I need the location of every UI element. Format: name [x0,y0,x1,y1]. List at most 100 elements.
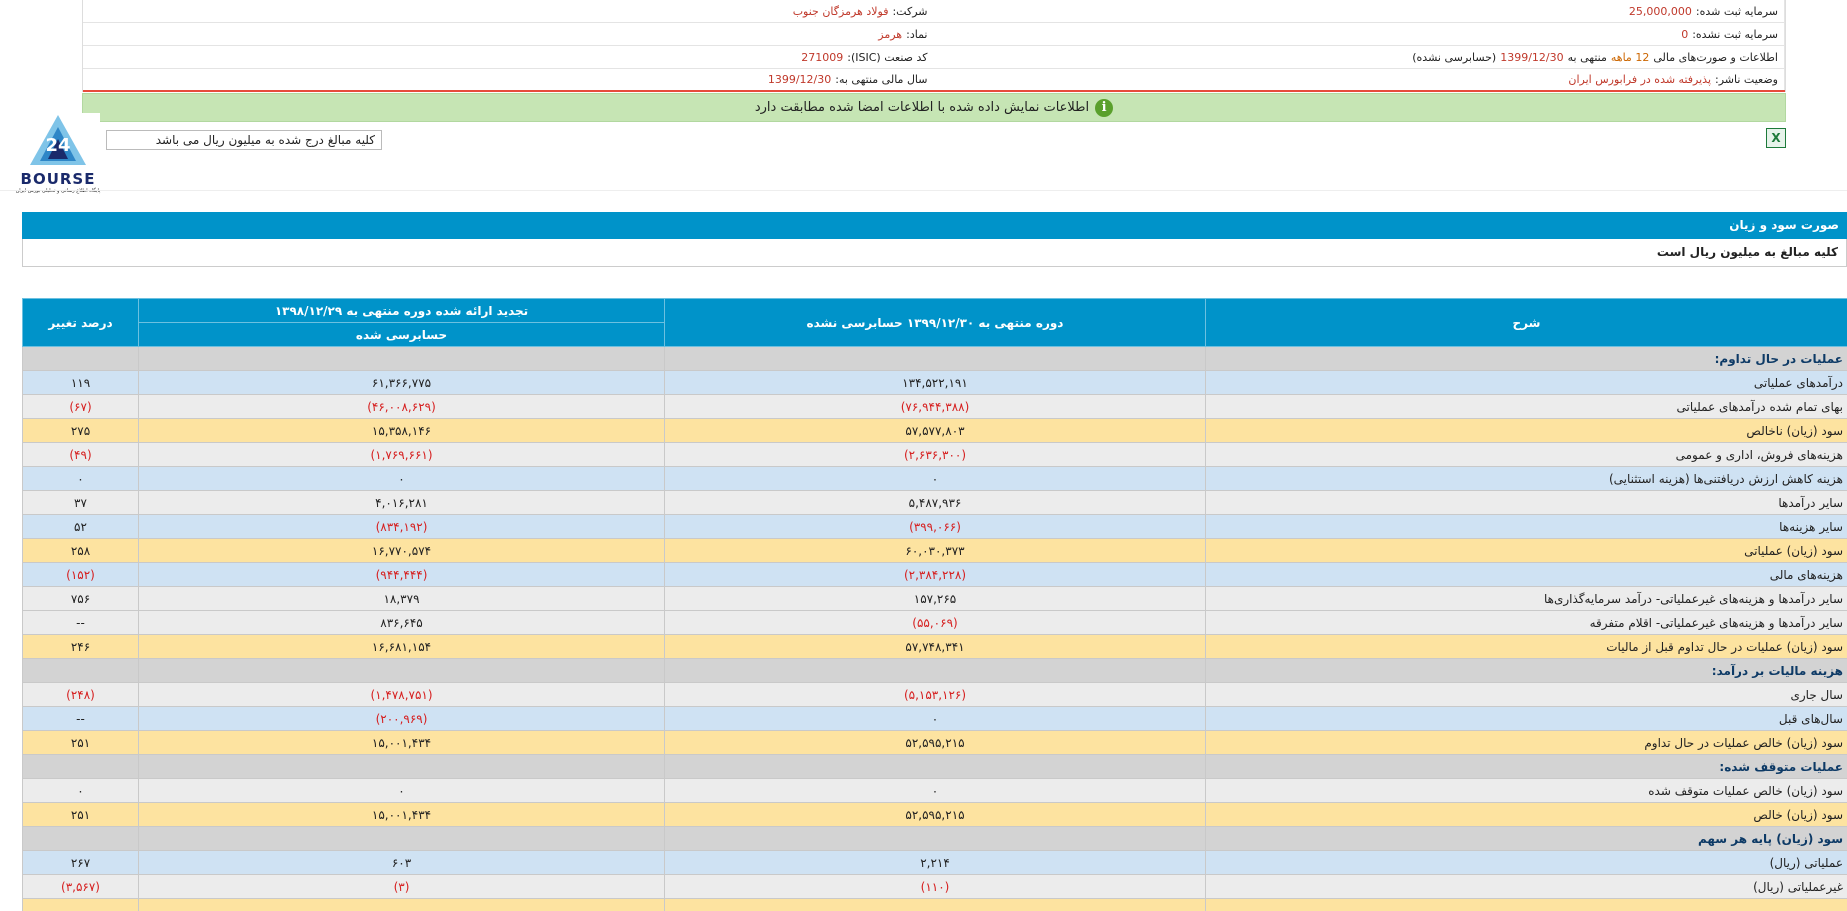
table-body: عملیات در حال تداوم: درآمدهای عملیاتی ۱۳۴,… [22,346,1847,911]
symbol-cell: نماد: هرمز [83,23,934,45]
row-change [22,826,139,851]
table-row: سایر درآمدها ۵,۴۸۷,۹۳۶ ۴,۰۱۶,۲۸۱ ۳۷ [22,490,1847,515]
row-prev: ۴,۰۱۶,۲۸۱ [138,490,665,515]
row-current [664,658,1206,683]
registered-capital-cell: سرمایه ثبت شده: 25,000,000 [934,0,1785,22]
row-desc: هزینه مالیات بر درآمد: [1205,658,1847,683]
row-prev: (۲۰۰,۹۶۹) [138,706,665,731]
registered-capital-value: 25,000,000 [1628,4,1692,18]
publisher-value: پذیرفته شده در فرابورس ایران [1568,73,1712,86]
publisher-label: وضعیت ناشر: [1715,73,1778,86]
row-desc: سود (زیان) عملیاتی [1205,538,1847,563]
row-desc: غیرعملیاتی (ریال) [1205,874,1847,899]
symbol-label: نماد: [906,27,928,41]
table-row: سود (زیان) خالص ۵۲,۵۹۵,۲۱۵ ۱۵,۰۰۱,۴۳۴ ۲۵۱ [22,802,1847,827]
row-desc: سود (زیان) عملیات در حال تداوم قبل از ما… [1205,634,1847,659]
table-row: عملیاتی (ریال) ۲,۲۱۴ ۶۰۳ ۲۶۷ [22,850,1847,875]
statements-period: 12 ماهه [1610,50,1650,64]
row-change: ۲۴۶ [22,634,139,659]
fiscal-year-label: سال مالی منتهی به: [835,73,928,86]
row-current: (۷۶,۹۴۴,۳۸۸) [664,394,1206,419]
row-desc: سود (زیان) خالص عملیات متوقف شده [1205,778,1847,803]
table-row: سود (زیان) خالص عملیات متوقف شده ۰ ۰ ۰ [22,778,1847,803]
statements-mid: منتهی به [1567,50,1607,64]
row-current: (۲,۳۸۴,۲۲۸) [664,562,1206,587]
row-prev: ۰ [138,466,665,491]
row-change: ۲۶۷ [22,850,139,875]
row-desc: عملیات در حال تداوم: [1205,346,1847,371]
row-current: (۱۱۰) [664,874,1206,899]
row-current: ۵,۴۸۷,۹۳۶ [664,490,1206,515]
row-current [664,754,1206,779]
logo-mark-icon: 24 [30,115,86,165]
statements-cell: اطلاعات و صورت‌های مالی 12 ماهه منتهی به… [934,46,1785,68]
row-desc: هزینه‌های مالی [1205,562,1847,587]
signed-match-notice: i اطلاعات نمایش داده شده با اطلاعات امضا… [82,93,1786,122]
row-change: -- [22,610,139,635]
table-row: عملیات در حال تداوم: [22,346,1847,371]
col-header-change: درصد تغییر [22,298,139,347]
unregistered-capital-label: سرمایه ثبت نشده: [1692,27,1778,41]
row-prev: (۱,۷۶۹,۶۶۱) [138,442,665,467]
row-prev: ۱۶,۶۸۱,۱۵۴ [138,634,665,659]
row-current: ۲,۲۱۴ [664,850,1206,875]
amount-unit-box: کلیه مبالغ درج شده به میلیون ریال می باش… [106,130,382,150]
row-desc: سود (زیان) خالص [1205,802,1847,827]
row-current: ۰ [664,466,1206,491]
row-desc: عملیات متوقف شده: [1205,754,1847,779]
notice-text: اطلاعات نمایش داده شده با اطلاعات امضا ش… [754,100,1090,115]
row-desc: سود (زیان) خالص عملیات در حال تداوم [1205,730,1847,755]
table-row: سایر درآمدها و هزینه‌های غیرعملیاتی- درآ… [22,586,1847,611]
col-header-desc: شرح [1205,298,1847,347]
symbol-value[interactable]: هرمز [878,28,902,41]
row-prev [138,754,665,779]
row-current [664,898,1206,911]
unregistered-capital-cell: سرمایه ثبت نشده: 0 [934,23,1785,45]
table-row: عملیات متوقف شده: [22,754,1847,779]
col-header-current: دوره منتهی به ۱۳۹۹/۱۲/۳۰ حسابرسی نشده [664,298,1206,347]
row-change: ۷۵۶ [22,586,139,611]
excel-export-icon[interactable]: X [1766,128,1786,148]
row-change: (۳,۵۶۷) [22,874,139,899]
company-info-table: شرکت: فولاد هرمزگان جنوب سرمایه ثبت شده:… [82,0,1786,92]
row-current: ۰ [664,706,1206,731]
row-desc: سود (زیان) ناخالص [1205,418,1847,443]
bourse24-logo[interactable]: 24 BOURSE پایگاه اطلاع رسانی و تحلیلی بو… [16,113,100,199]
row-change: ۱۱۹ [22,370,139,395]
row-desc: درآمدهای عملیاتی [1205,370,1847,395]
row-prev: ۱۵,۳۵۸,۱۴۶ [138,418,665,443]
row-prev [138,898,665,911]
isic-value: 271009 [801,50,844,64]
table-row: سال‌های قبل ۰ (۲۰۰,۹۶۹) -- [22,706,1847,731]
col-header-prev: تجدید ارائه شده دوره منتهی به ۱۳۹۸/۱۲/۲۹ [138,298,665,323]
row-change: ۲۵۱ [22,802,139,827]
row-prev [138,658,665,683]
row-change: ۲۷۵ [22,418,139,443]
row-change: ۰ [22,778,139,803]
table-row: سود (زیان) عملیات در حال تداوم قبل از ما… [22,634,1847,659]
statements-status: (حسابرسی نشده) [1412,50,1497,64]
row-desc: سال جاری [1205,682,1847,707]
row-desc: سایر درآمدها [1205,490,1847,515]
row-current: (۵۵,۰۶۹) [664,610,1206,635]
row-change: (۱۵۲) [22,562,139,587]
row-desc: هزینه‌های فروش، اداری و عمومی [1205,442,1847,467]
row-change [22,754,139,779]
table-row: سود (زیان) عملیاتی ۶۰,۰۳۰,۳۷۳ ۱۶,۷۷۰,۵۷۴ ۲۵… [22,538,1847,563]
row-current: ۱۵۷,۲۶۵ [664,586,1206,611]
row-current: (۵,۱۵۳,۱۲۶) [664,682,1206,707]
row-current: (۲,۶۳۶,۳۰۰) [664,442,1206,467]
table-row: هزینه کاهش ارزش دریافتنی‌ها (هزینه استثن… [22,466,1847,491]
row-desc [1205,898,1847,911]
row-current: ۵۷,۵۷۷,۸۰۳ [664,418,1206,443]
company-value[interactable]: فولاد هرمزگان جنوب [793,5,889,18]
row-desc: عملیاتی (ریال) [1205,850,1847,875]
info-icon: i [1095,98,1114,117]
row-prev: (۹۴۴,۴۴۴) [138,562,665,587]
income-statement-table: شرح دوره منتهی به ۱۳۹۹/۱۲/۳۰ حسابرسی نشد… [22,298,1847,911]
row-change: (۲۴۸) [22,682,139,707]
row-current [664,826,1206,851]
row-current: ۵۷,۷۴۸,۳۴۱ [664,634,1206,659]
isic-cell: کد صنعت (ISIC): 271009 [83,46,934,68]
logo-brand: BOURSE [20,170,96,188]
